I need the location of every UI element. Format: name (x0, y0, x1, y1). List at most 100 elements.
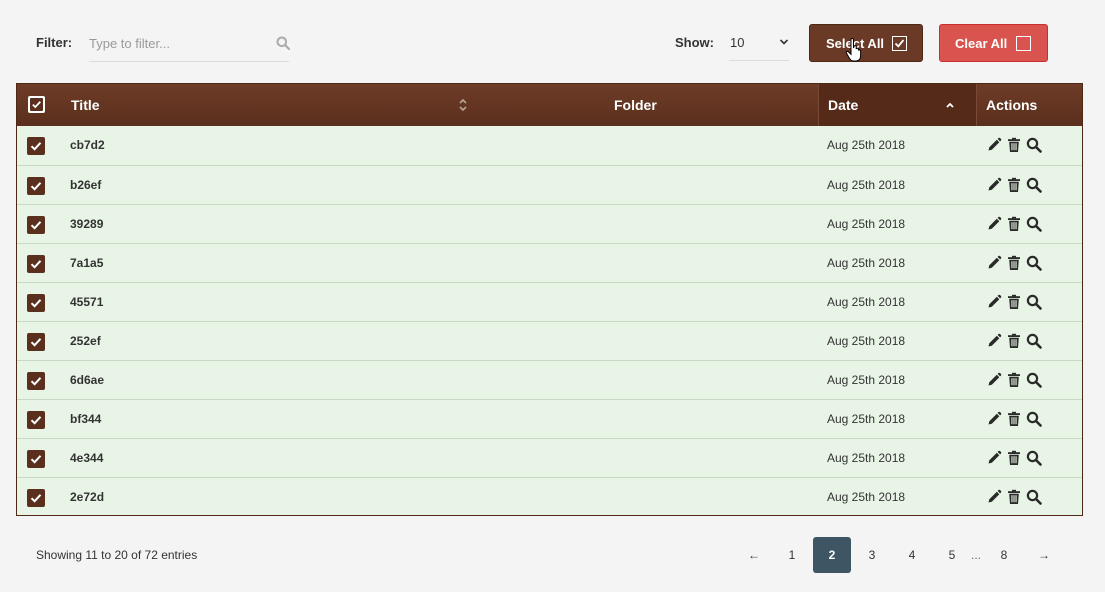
row-date: Aug 25th 2018 (827, 295, 906, 309)
row-date: Aug 25th 2018 (827, 178, 906, 192)
column-title[interactable]: Title (71, 84, 100, 126)
column-folder[interactable]: Folder (614, 84, 657, 126)
row-checkbox[interactable] (27, 294, 45, 312)
row-title: 4e344 (70, 451, 104, 465)
filter-field[interactable] (89, 27, 290, 62)
row-title: cb7d2 (70, 138, 105, 152)
prev-page-button[interactable]: ← (736, 537, 772, 573)
magnifier-icon[interactable] (1026, 372, 1042, 388)
header-checkbox[interactable] (28, 96, 45, 113)
magnifier-icon[interactable] (1026, 177, 1042, 193)
pencil-icon[interactable] (986, 489, 1002, 505)
trash-icon[interactable] (1006, 177, 1022, 193)
magnifier-icon[interactable] (1026, 450, 1042, 466)
magnifier-icon[interactable] (1026, 294, 1042, 310)
table-row[interactable]: 45571 Aug 25th 2018 (17, 282, 1082, 322)
row-title: 45571 (70, 295, 104, 309)
sort-icon[interactable] (458, 97, 468, 113)
column-actions: Actions (986, 97, 1038, 113)
row-date: Aug 25th 2018 (827, 490, 906, 504)
row-date: Aug 25th 2018 (827, 373, 906, 387)
magnifier-icon[interactable] (1026, 216, 1042, 232)
trash-icon[interactable] (1006, 333, 1022, 349)
row-date: Aug 25th 2018 (827, 412, 906, 426)
trash-icon[interactable] (1006, 372, 1022, 388)
page-5-button[interactable]: 5 (934, 537, 970, 573)
pencil-icon[interactable] (986, 177, 1002, 193)
table-header: Title Folder Date Actions (17, 84, 1082, 126)
row-date: Aug 25th 2018 (827, 256, 906, 270)
pagination-ellipsis: ... (971, 548, 982, 562)
row-title: b26ef (70, 178, 102, 192)
page-4-button[interactable]: 4 (894, 537, 930, 573)
page-3-button[interactable]: 3 (854, 537, 890, 573)
filter-label: Filter: (36, 35, 73, 50)
table-row[interactable]: 7a1a5 Aug 25th 2018 (17, 243, 1082, 283)
table-row[interactable]: cb7d2 Aug 25th 2018 (17, 126, 1082, 165)
empty-box-icon (1016, 36, 1031, 51)
sort-ascending-icon[interactable] (945, 97, 955, 113)
table-row[interactable]: 6d6ae Aug 25th 2018 (17, 360, 1082, 400)
table-row[interactable]: bf344 Aug 25th 2018 (17, 399, 1082, 439)
row-checkbox[interactable] (27, 177, 45, 195)
row-checkbox[interactable] (27, 489, 45, 507)
trash-icon[interactable] (1006, 137, 1022, 153)
show-label: Show: (675, 35, 714, 50)
trash-icon[interactable] (1006, 489, 1022, 505)
row-date: Aug 25th 2018 (827, 217, 906, 231)
column-divider (976, 84, 977, 126)
row-date: Aug 25th 2018 (827, 138, 906, 152)
row-title: 39289 (70, 217, 104, 231)
row-checkbox[interactable] (27, 450, 45, 468)
check-icon (30, 98, 43, 111)
row-checkbox[interactable] (27, 333, 45, 351)
page-8-button[interactable]: 8 (986, 537, 1022, 573)
next-page-button[interactable]: → (1026, 537, 1062, 573)
trash-icon[interactable] (1006, 294, 1022, 310)
row-checkbox[interactable] (27, 137, 45, 155)
magnifier-icon[interactable] (1026, 489, 1042, 505)
column-date[interactable]: Date (828, 84, 858, 126)
page-size-select[interactable]: 10 (729, 24, 789, 61)
row-title: 6d6ae (70, 373, 105, 387)
row-checkbox[interactable] (27, 255, 45, 273)
page-1-button[interactable]: 1 (774, 537, 810, 573)
pencil-icon[interactable] (986, 294, 1002, 310)
table-row[interactable]: b26ef Aug 25th 2018 (17, 165, 1082, 205)
pencil-icon[interactable] (986, 372, 1002, 388)
table-row[interactable]: 4e344 Aug 25th 2018 (17, 438, 1082, 478)
row-checkbox[interactable] (27, 372, 45, 390)
checked-box-icon (892, 36, 907, 51)
pencil-icon[interactable] (986, 333, 1002, 349)
pencil-icon[interactable] (986, 255, 1002, 271)
filter-input[interactable] (89, 27, 269, 59)
search-icon[interactable] (276, 36, 290, 50)
entries-table: Title Folder Date Actions cb7d2 Aug 25th … (16, 83, 1083, 516)
magnifier-icon[interactable] (1026, 333, 1042, 349)
pencil-icon[interactable] (986, 137, 1002, 153)
trash-icon[interactable] (1006, 255, 1022, 271)
magnifier-icon[interactable] (1026, 255, 1042, 271)
select-all-button[interactable]: Select All (809, 24, 923, 62)
magnifier-icon[interactable] (1026, 411, 1042, 427)
table-row[interactable]: 39289 Aug 25th 2018 (17, 204, 1082, 244)
pencil-icon[interactable] (986, 450, 1002, 466)
table-row[interactable]: 2e72d Aug 25th 2018 (17, 477, 1082, 517)
pencil-icon[interactable] (986, 216, 1002, 232)
page-size-value: 10 (730, 35, 745, 50)
row-title: 252ef (70, 334, 101, 348)
trash-icon[interactable] (1006, 411, 1022, 427)
pencil-icon[interactable] (986, 411, 1002, 427)
table-row[interactable]: 252ef Aug 25th 2018 (17, 321, 1082, 361)
row-checkbox[interactable] (27, 216, 45, 234)
hand-cursor-icon (845, 38, 862, 62)
row-date: Aug 25th 2018 (827, 334, 906, 348)
clear-all-label: Clear All (955, 36, 1008, 51)
trash-icon[interactable] (1006, 450, 1022, 466)
trash-icon[interactable] (1006, 216, 1022, 232)
magnifier-icon[interactable] (1026, 137, 1042, 153)
page-2-button[interactable]: 2 (813, 537, 851, 573)
row-checkbox[interactable] (27, 411, 45, 429)
entries-info: Showing 11 to 20 of 72 entries (36, 548, 198, 562)
clear-all-button[interactable]: Clear All (939, 24, 1048, 62)
